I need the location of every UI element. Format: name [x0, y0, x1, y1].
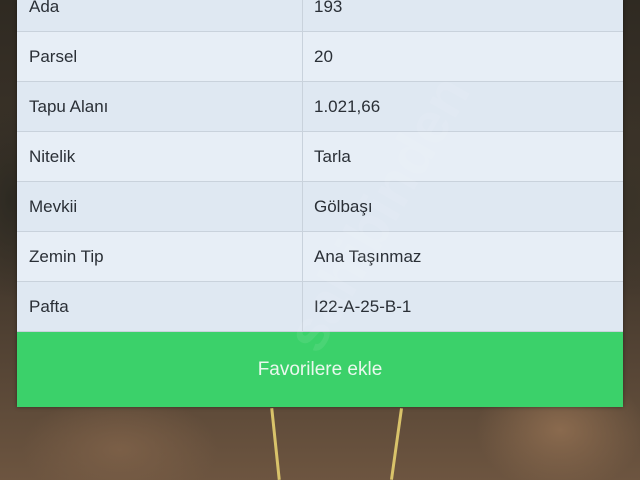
table-row: Tapu Alanı 1.021,66 — [17, 82, 623, 132]
add-to-favorites-button[interactable]: Favorilere ekle — [17, 332, 623, 407]
row-label: Tapu Alanı — [29, 97, 109, 116]
row-value: 20 — [314, 47, 333, 66]
row-label: Parsel — [29, 47, 78, 66]
row-label: Pafta — [29, 297, 69, 316]
column-divider — [302, 132, 303, 182]
column-divider — [302, 82, 303, 132]
table-row: Nitelik Tarla — [17, 132, 623, 182]
row-label: Ada — [29, 0, 60, 16]
row-label: Nitelik — [29, 147, 76, 166]
table-row: Parsel 20 — [17, 32, 623, 82]
row-value: 193 — [314, 0, 343, 16]
column-divider — [302, 282, 303, 332]
table-row: Ada 193 — [17, 0, 623, 32]
row-label: Zemin Tip — [29, 247, 104, 266]
table-row: Mevkii Gölbaşı — [17, 182, 623, 232]
row-value: Tarla — [314, 147, 351, 166]
table-row: Pafta I22-A-25-B-1 — [17, 282, 623, 332]
column-divider — [302, 232, 303, 282]
row-value: Ana Taşınmaz — [314, 247, 422, 266]
row-value: I22-A-25-B-1 — [314, 297, 412, 316]
column-divider — [302, 182, 303, 232]
table-row: Zemin Tip Ana Taşınmaz — [17, 232, 623, 282]
column-divider — [302, 32, 303, 82]
row-label: Mevkii — [29, 197, 78, 216]
row-value: Gölbaşı — [314, 197, 373, 216]
column-divider — [302, 0, 303, 32]
row-value: 1.021,66 — [314, 97, 381, 116]
